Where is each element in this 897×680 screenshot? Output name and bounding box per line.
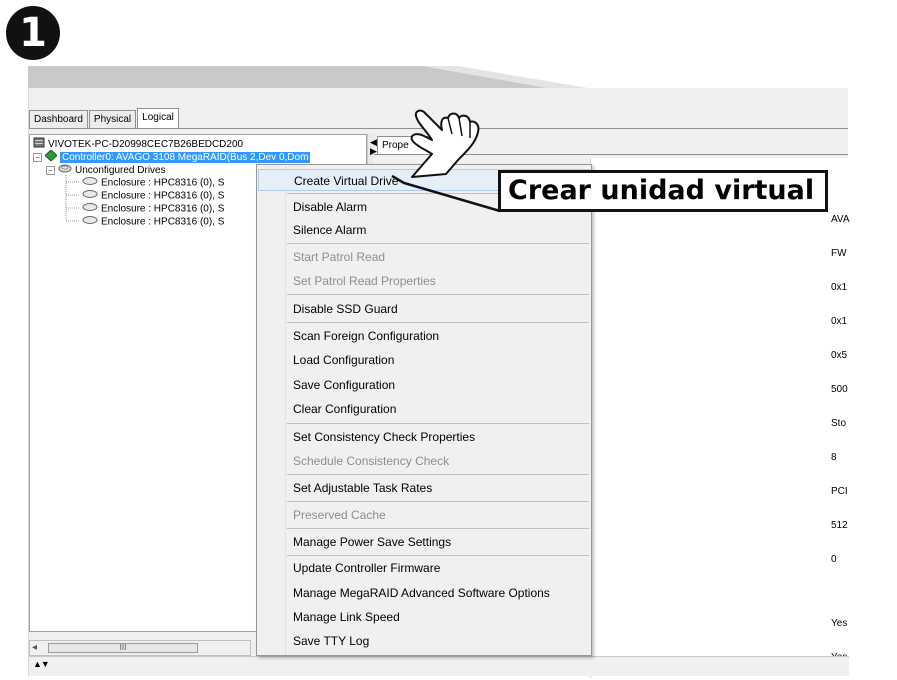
tab-dashboard[interactable]: Dashboard	[29, 110, 88, 128]
menu-item-manage-power-save-settings[interactable]: Manage Power Save Settings	[258, 531, 590, 553]
enclosure-label: Enclosure : HPC8316 (0), S	[101, 190, 225, 202]
expand-collapse-arrows-icon[interactable]: ▲▼	[33, 659, 50, 669]
tree-horizontal-scrollbar[interactable]: ◂ III	[29, 640, 251, 656]
enclosure-icon	[82, 202, 98, 216]
menu-item-save-configuration[interactable]: Save Configuration	[258, 374, 590, 396]
tree-node-enclosure[interactable]: Enclosure : HPC8316 (0), S	[82, 176, 224, 189]
tab-physical[interactable]: Physical	[88, 110, 137, 128]
view-tabs: Dashboard Physical Logical	[29, 108, 180, 128]
menu-item-set-consistency-check-properties[interactable]: Set Consistency Check Properties	[258, 426, 590, 448]
step-number-badge: 1	[6, 6, 60, 60]
property-value: Sto	[831, 418, 847, 429]
scroll-thumb[interactable]: III	[48, 643, 198, 653]
menu-separator	[287, 555, 589, 556]
menu-item-scan-foreign-configuration[interactable]: Scan Foreign Configuration	[258, 325, 590, 347]
property-value: FW	[831, 248, 847, 259]
tree-node-enclosure[interactable]: Enclosure : HPC8316 (0), S	[82, 215, 224, 228]
menu-item-clear-configuration[interactable]: Clear Configuration	[258, 398, 590, 420]
tree-root-server[interactable]: VIVOTEK-PC-D20998CEC7B26BEDCD200	[33, 137, 243, 150]
callout-label: Crear unidad virtual	[498, 170, 828, 212]
collapse-icon[interactable]: −	[33, 153, 42, 162]
property-value: 512	[831, 520, 848, 531]
enclosure-icon	[82, 176, 98, 190]
tree-node-controller[interactable]: − Controller0: AVAGO 3108 MegaRAID(Bus 2…	[33, 149, 311, 164]
enclosure-icon	[82, 215, 98, 229]
enclosure-label: Enclosure : HPC8316 (0), S	[101, 177, 225, 189]
enclosure-label: Enclosure : HPC8316 (0), S	[101, 203, 225, 215]
scroll-left-arrow-icon[interactable]: ◂	[32, 642, 37, 653]
tab-logical[interactable]: Logical	[137, 108, 179, 128]
menu-item-silence-alarm[interactable]: Silence Alarm	[258, 219, 590, 241]
pointing-hand-icon	[410, 109, 480, 178]
menu-item-disable-ssd-guard[interactable]: Disable SSD Guard	[258, 298, 590, 320]
property-value: 0x1	[831, 316, 848, 327]
property-value: PCI	[831, 486, 848, 497]
menu-item-start-patrol-read[interactable]: Start Patrol Read	[258, 246, 590, 268]
menu-separator	[287, 501, 589, 502]
menu-item-load-configuration[interactable]: Load Configuration	[258, 349, 590, 371]
property-value: Yes	[831, 618, 848, 629]
enclosure-label: Enclosure : HPC8316 (0), S	[101, 216, 225, 228]
property-value: 8	[831, 452, 837, 463]
menu-item-save-tty-log[interactable]: Save TTY Log	[258, 630, 590, 652]
property-value: 0	[831, 554, 837, 565]
collapse-icon[interactable]: −	[46, 166, 55, 175]
header-swoosh-graphic	[28, 66, 848, 90]
tree-root-label: VIVOTEK-PC-D20998CEC7B26BEDCD200	[48, 139, 244, 151]
menu-item-manage-link-speed[interactable]: Manage Link Speed	[258, 606, 590, 628]
property-value: 0x5	[831, 350, 848, 361]
property-value: 500	[831, 384, 848, 395]
tree-controller-label: Controller0: AVAGO 3108 MegaRAID(Bus 2,D…	[60, 152, 311, 164]
menu-item-update-controller-firmware[interactable]: Update Controller Firmware	[258, 557, 590, 579]
menu-item-manage-advanced-software-options[interactable]: Manage MegaRAID Advanced Software Option…	[258, 582, 590, 604]
status-bar: ▲▼	[29, 656, 849, 676]
menu-separator	[287, 423, 589, 424]
controller-context-menu: Create Virtual Drive Disable Alarm Silen…	[256, 164, 592, 656]
enclosure-icon	[82, 189, 98, 203]
tree-node-enclosure[interactable]: Enclosure : HPC8316 (0), S	[82, 189, 224, 202]
menu-separator	[287, 528, 589, 529]
menu-item-schedule-consistency-check[interactable]: Schedule Consistency Check	[258, 450, 590, 472]
menu-item-set-patrol-read-properties[interactable]: Set Patrol Read Properties	[258, 270, 590, 292]
menu-separator	[287, 243, 589, 244]
menu-item-set-adjustable-task-rates[interactable]: Set Adjustable Task Rates	[258, 477, 590, 499]
menu-separator	[287, 474, 589, 475]
tree-node-enclosure[interactable]: Enclosure : HPC8316 (0), S	[82, 202, 224, 215]
menu-item-preserved-cache[interactable]: Preserved Cache	[258, 504, 590, 526]
menu-separator	[287, 294, 589, 295]
tree-node-unconfigured-drives[interactable]: − Unconfigured Drives	[46, 163, 166, 176]
property-value: 0x1	[831, 282, 848, 293]
properties-grid: AVA FW 0x1 0x1 0x5 500 Sto 8 PCI 512 0 Y…	[590, 158, 850, 678]
property-value: AVA	[831, 214, 850, 225]
menu-separator	[287, 322, 589, 323]
